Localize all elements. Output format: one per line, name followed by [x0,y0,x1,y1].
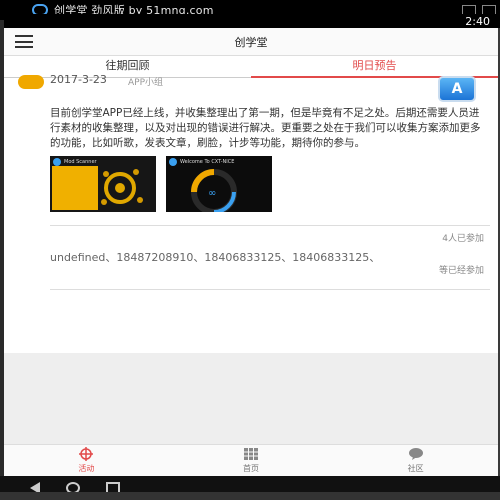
status-clock: 2:40 [465,14,490,28]
joined-count: 4人已参加 [442,234,484,244]
tab-tomorrow-preview[interactable]: 明日预告 [251,56,498,78]
crosshair-icon [79,447,94,461]
participants-list: undefined、18487208910、18406833125、184068… [50,251,381,264]
nav-label: 活动 [78,464,95,473]
chat-icon [408,448,423,460]
divider [50,289,490,290]
host-taskbar [0,492,500,500]
post-body: 目前创学堂APP已经上线，并收集整理出了第一期，但是毕竟有不足之处。后期还需要人… [50,107,481,149]
nav-activity[interactable]: 活动 [4,445,169,476]
thumb-caption: Welcome To CXT-NICE [180,159,235,165]
nav-label: 首页 [243,464,259,473]
thumb-logo-icon [53,158,61,166]
app-title: 创学堂 [234,35,268,49]
hamburger-menu-icon[interactable] [15,35,33,48]
svg-text:∞: ∞ [208,188,216,199]
post-group: APP小组 [128,78,164,88]
app-store-icon[interactable]: A [438,76,476,102]
phone-screen: 创学堂 往期回顾 明日预告 2017-3-23 APP小组 A 目前创学堂APP… [4,28,498,476]
avatar[interactable] [18,75,44,89]
post-image-mod-scanner[interactable]: Mod Scanner [50,156,156,212]
nav-label: 社区 [407,464,424,473]
post-image-welcome[interactable]: ∞ Welcome To CXT-NICE [166,156,272,212]
bottom-nav: 活动 首页 社区 [4,444,498,476]
thumb-logo-icon [169,158,177,166]
nav-community[interactable]: 社区 [333,445,498,476]
thumb-caption: Mod Scanner [64,159,97,165]
participants-suffix: 等已经参加 [438,266,484,276]
status-bar: 2:40 [14,14,500,28]
post-date: 2017-3-23 [50,73,107,86]
emulator-window: 创学堂 劲风版 by 51mnq.com 2:40 创学堂 往期回顾 明日预告 … [0,0,500,500]
grid-icon [244,448,258,460]
app-bar: 创学堂 [4,28,498,56]
nav-home[interactable]: 首页 [169,445,334,476]
divider [50,225,490,226]
